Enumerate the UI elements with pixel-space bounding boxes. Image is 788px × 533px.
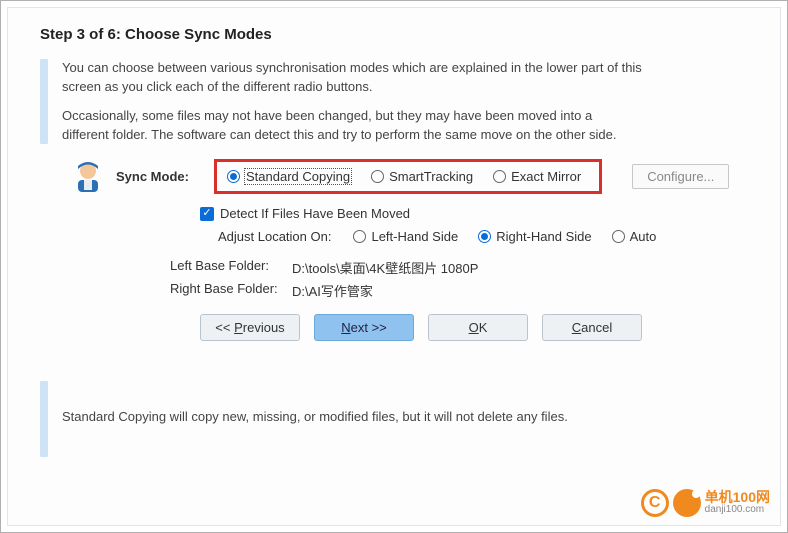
sync-mode-form: Sync Mode: Standard Copying SmartTrackin… — [70, 158, 748, 341]
mode-description-text: Standard Copying will copy new, missing,… — [62, 381, 568, 457]
radio-exact-mirror[interactable]: Exact Mirror — [493, 169, 581, 184]
worker-icon — [70, 158, 106, 194]
radio-left-hand-side[interactable]: Left-Hand Side — [353, 229, 458, 244]
next-button[interactable]: Next >> — [314, 314, 414, 341]
radio-standard-copying[interactable]: Standard Copying — [227, 169, 351, 184]
accent-bar — [40, 59, 48, 144]
detect-moved-label: Detect If Files Have Been Moved — [220, 206, 410, 221]
detect-moved-row: Detect If Files Have Been Moved — [200, 206, 748, 221]
sync-mode-row: Sync Mode: Standard Copying SmartTrackin… — [70, 158, 748, 194]
intro-text: You can choose between various synchroni… — [62, 59, 642, 144]
right-base-folder-value: D:\AI写作管家 — [292, 281, 373, 300]
sync-mode-highlight-box: Standard Copying SmartTracking Exact Mir… — [214, 159, 602, 194]
previous-button[interactable]: << Previous — [200, 314, 300, 341]
right-base-folder-label: Right Base Folder: — [170, 281, 290, 300]
base-folders-block: Left Base Folder: D:\tools\桌面\4K壁纸图片 108… — [170, 258, 748, 300]
watermark-icon-c: C — [641, 489, 669, 517]
left-base-folder-row: Left Base Folder: D:\tools\桌面\4K壁纸图片 108… — [170, 258, 748, 277]
mode-description-block: Standard Copying will copy new, missing,… — [40, 381, 748, 457]
adjust-location-row: Adjust Location On: Left-Hand Side Right… — [218, 229, 748, 244]
cancel-button[interactable]: Cancel — [542, 314, 642, 341]
radio-right-hand-side[interactable]: Right-Hand Side — [478, 229, 591, 244]
configure-button[interactable]: Configure... — [632, 164, 729, 189]
watermark-text: 单机100网 danji100.com — [705, 490, 770, 515]
left-base-folder-label: Left Base Folder: — [170, 258, 290, 277]
right-base-folder-row: Right Base Folder: D:\AI写作管家 — [170, 281, 748, 300]
wizard-window: Step 3 of 6: Choose Sync Modes You can c… — [0, 0, 788, 533]
watermark-icon-dot — [673, 489, 701, 517]
ok-button[interactable]: OK — [428, 314, 528, 341]
accent-bar — [40, 381, 48, 457]
intro-paragraph-2: Occasionally, some files may not have be… — [62, 107, 642, 145]
page-title: Step 3 of 6: Choose Sync Modes — [40, 26, 748, 43]
sync-mode-label: Sync Mode: — [116, 169, 204, 184]
watermark-logo: C 单机100网 danji100.com — [641, 489, 770, 517]
wizard-panel: Step 3 of 6: Choose Sync Modes You can c… — [7, 7, 781, 526]
wizard-buttons-row: << Previous Next >> OK Cancel — [200, 314, 748, 341]
radio-smart-tracking[interactable]: SmartTracking — [371, 169, 473, 184]
intro-block: You can choose between various synchroni… — [40, 59, 748, 144]
detect-moved-checkbox[interactable] — [200, 207, 214, 221]
adjust-location-label: Adjust Location On: — [218, 229, 331, 244]
left-base-folder-value: D:\tools\桌面\4K壁纸图片 1080P — [292, 258, 478, 277]
intro-paragraph-1: You can choose between various synchroni… — [62, 59, 642, 97]
radio-auto[interactable]: Auto — [612, 229, 657, 244]
